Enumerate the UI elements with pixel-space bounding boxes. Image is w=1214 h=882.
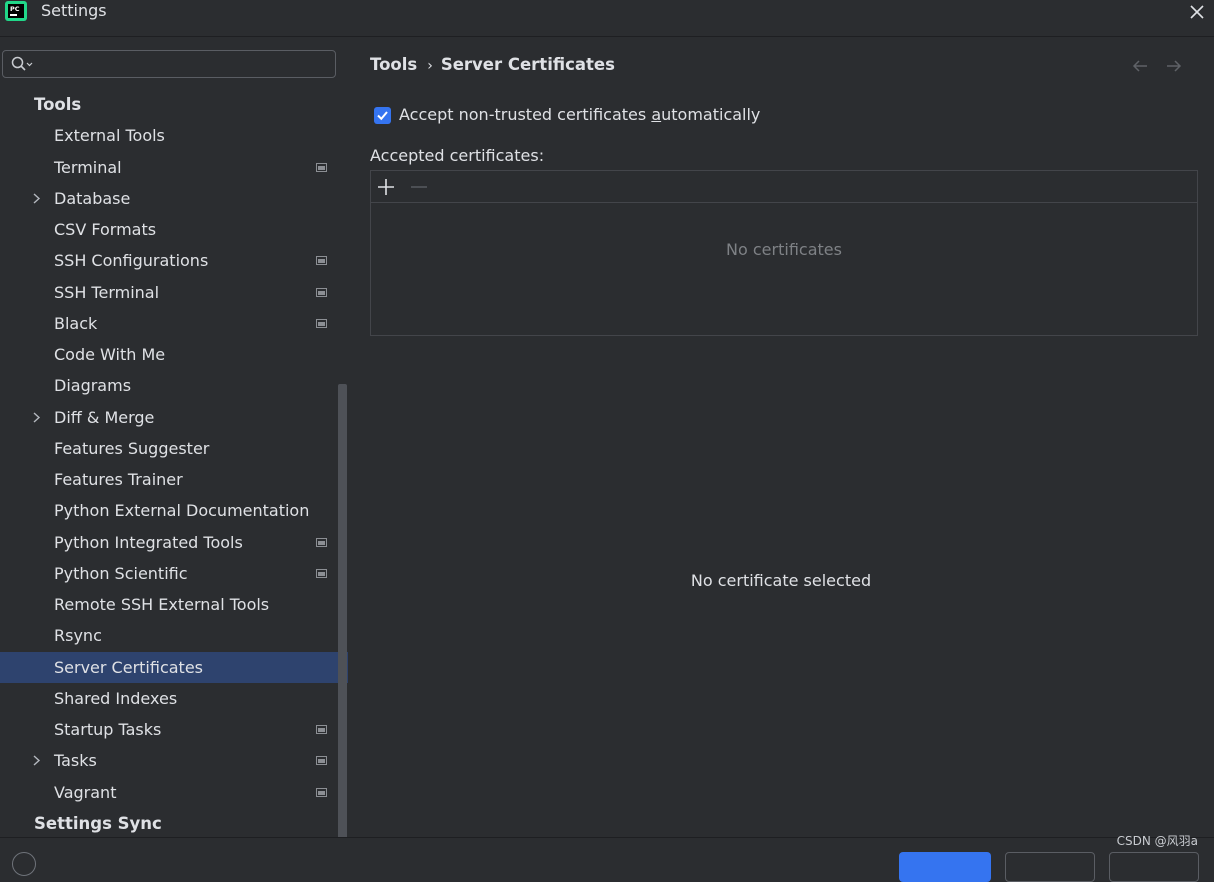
sidebar-item-black[interactable]: Black [0, 308, 348, 339]
sidebar-item-database[interactable]: Database [0, 183, 348, 214]
accepted-certificates-label: Accepted certificates: [370, 146, 545, 165]
sidebar-item-label: Shared Indexes [54, 689, 178, 708]
watermark: CSDN @风羽a [1116, 834, 1198, 848]
certificates-empty-text: No certificates [726, 240, 842, 259]
project-level-icon [316, 288, 327, 297]
sidebar-item-tasks[interactable]: Tasks [0, 745, 348, 776]
remove-icon[interactable] [409, 177, 429, 197]
sidebar-item-diff-merge[interactable]: Diff & Merge [0, 402, 348, 433]
settings-content: Tools › Server Certificates Accept non-tru… [348, 37, 1214, 837]
sidebar-item-label: Remote SSH External Tools [54, 595, 270, 614]
sidebar-item-label: External Tools [54, 126, 165, 145]
sidebar-item-label: CSV Formats [54, 220, 157, 239]
sidebar-item-label: Diagrams [54, 376, 132, 395]
search-icon[interactable] [11, 56, 33, 72]
sidebar-item-diagrams[interactable]: Diagrams [0, 370, 348, 401]
sidebar-item-label: Features Trainer [54, 470, 183, 489]
chevron-right-icon[interactable] [30, 411, 42, 424]
chevron-right-icon[interactable] [30, 192, 42, 205]
sidebar-item-shared-indexes[interactable]: Shared Indexes [0, 683, 348, 714]
checkmark-icon [377, 111, 388, 121]
sidebar-scrollbar[interactable] [338, 384, 347, 851]
forward-arrow-icon[interactable] [1165, 58, 1183, 74]
ok-button[interactable] [899, 852, 991, 882]
breadcrumb-parent[interactable]: Tools [370, 55, 417, 74]
sidebar-item-vagrant[interactable]: Vagrant [0, 777, 348, 808]
window-title: Settings [41, 1, 107, 20]
sidebar-item-features-suggester[interactable]: Features Suggester [0, 433, 348, 464]
sidebar-item-label: Terminal [54, 158, 122, 177]
sidebar-item-label: Features Suggester [54, 439, 210, 458]
breadcrumb: Tools › Server Certificates [370, 55, 615, 74]
sidebar-item-remote-ssh-external-tools[interactable]: Remote SSH External Tools [0, 589, 348, 620]
sidebar-item-label: Code With Me [54, 345, 166, 364]
sidebar-item-tools[interactable]: Tools [0, 89, 348, 120]
sidebar-item-label: Diff & Merge [54, 408, 155, 427]
sidebar-item-ssh-terminal[interactable]: SSH Terminal [0, 277, 348, 308]
sidebar-item-label: Python Scientific [54, 564, 188, 583]
sidebar-item-label: Database [54, 189, 131, 208]
sidebar-item-label: SSH Configurations [54, 251, 209, 270]
cancel-button[interactable] [1005, 852, 1095, 882]
apply-button[interactable] [1109, 852, 1199, 882]
sidebar-item-external-tools[interactable]: External Tools [0, 120, 348, 151]
sidebar-item-features-trainer[interactable]: Features Trainer [0, 464, 348, 495]
breadcrumb-separator: › [427, 58, 433, 74]
sidebar-item-ssh-configurations[interactable]: SSH Configurations [0, 245, 348, 276]
chevron-right-icon[interactable] [30, 754, 42, 767]
project-level-icon [316, 163, 327, 172]
sidebar-item-label: SSH Terminal [54, 283, 160, 302]
sidebar-item-terminal[interactable]: Terminal [0, 152, 348, 183]
sidebar-item-label: Python External Documentation [54, 501, 310, 520]
back-arrow-icon[interactable] [1131, 58, 1149, 74]
sidebar-item-label: Tasks [54, 751, 97, 770]
search-input[interactable] [35, 54, 329, 76]
sidebar-item-python-integrated-tools[interactable]: Python Integrated Tools [0, 527, 348, 558]
mnemonic-letter: a [651, 105, 662, 124]
certificates-toolbar [371, 171, 1197, 203]
sidebar-item-server-certificates[interactable]: Server Certificates [0, 652, 348, 683]
sidebar-item-python-external-documentation[interactable]: Python External Documentation [0, 495, 348, 526]
project-level-icon [316, 256, 327, 265]
accept-certificates-checkbox[interactable] [374, 107, 391, 124]
project-level-icon [316, 319, 327, 328]
sidebar-item-csv-formats[interactable]: CSV Formats [0, 214, 348, 245]
search-box[interactable] [2, 50, 336, 78]
sidebar-item-settings-sync[interactable]: Settings Sync [0, 808, 348, 839]
close-icon[interactable] [1187, 2, 1207, 22]
sidebar-item-startup-tasks[interactable]: Startup Tasks [0, 714, 348, 745]
sidebar-item-label: Settings Sync [34, 814, 162, 833]
sidebar-item-code-with-me[interactable]: Code With Me [0, 339, 348, 370]
project-level-icon [316, 538, 327, 547]
project-level-icon [316, 756, 327, 765]
sidebar-item-label: Python Integrated Tools [54, 533, 243, 552]
settings-sidebar: Tools External Tools Terminal Database CSV F… [0, 37, 348, 851]
add-icon[interactable] [376, 177, 396, 197]
project-level-icon [316, 569, 327, 578]
breadcrumb-current: Server Certificates [440, 55, 615, 74]
sidebar-item-label: Server Certificates [54, 658, 203, 677]
svg-text:PC: PC [10, 5, 20, 13]
sidebar-item-label: Rsync [54, 626, 102, 645]
sidebar-item-label: Startup Tasks [54, 720, 162, 739]
title-bar: PC Settings [0, 0, 1214, 37]
help-button[interactable] [12, 852, 36, 876]
certificate-detail-empty: No certificate selected [690, 571, 872, 590]
accept-certificates-label[interactable]: Accept non-trusted certificates automati… [399, 105, 760, 124]
project-level-icon [316, 725, 327, 734]
certificates-list-panel: No certificates [370, 170, 1198, 336]
dialog-footer [0, 837, 1214, 882]
pycharm-logo-icon: PC [5, 1, 27, 21]
sidebar-item-label: Tools [34, 95, 82, 114]
sidebar-item-label: Black [54, 314, 98, 333]
project-level-icon [316, 788, 327, 797]
sidebar-item-rsync[interactable]: Rsync [0, 620, 348, 651]
sidebar-item-python-scientific[interactable]: Python Scientific [0, 558, 348, 589]
sidebar-item-label: Vagrant [54, 783, 117, 802]
